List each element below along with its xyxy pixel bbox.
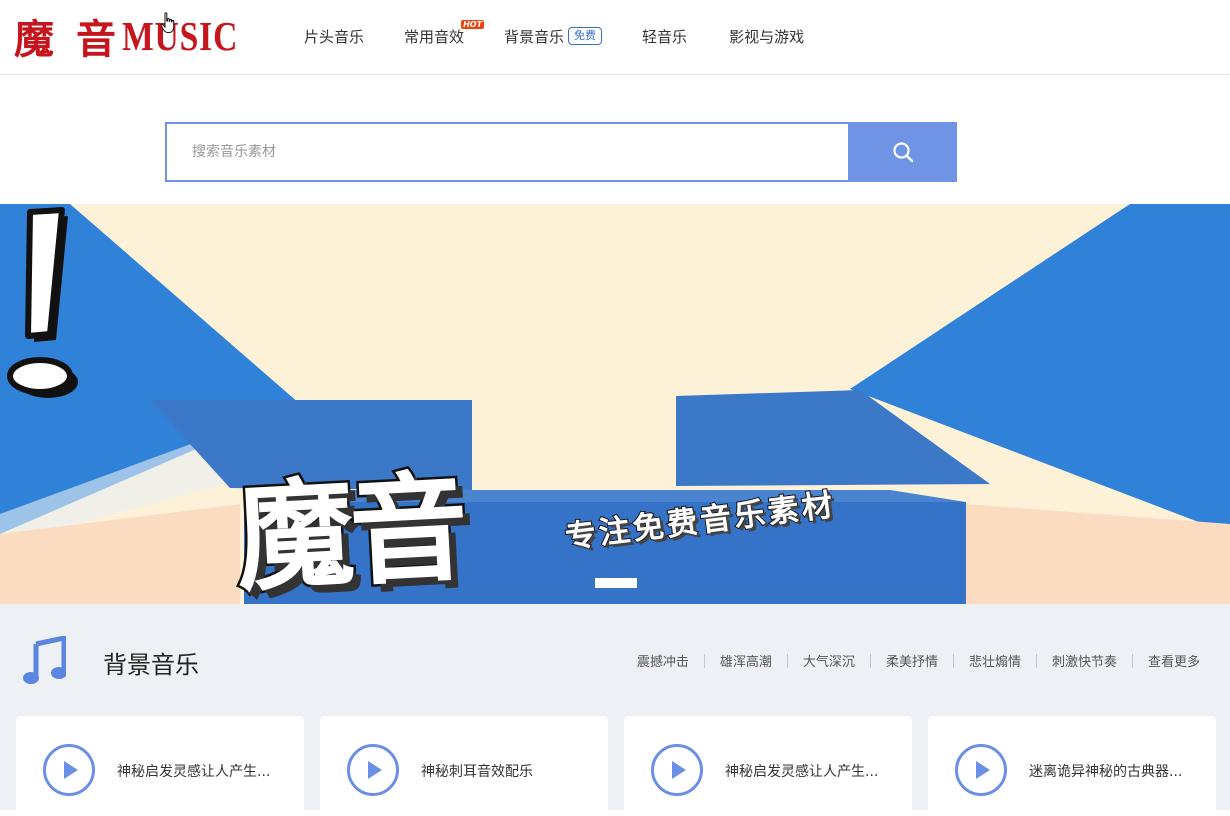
hand-cursor-icon [160,12,175,33]
section-title: 背景音乐 [103,651,199,679]
nav-label: 背景音乐 [504,27,565,46]
site-logo[interactable]: 魔 音 MUSIC [14,10,264,62]
top-header: 魔 音 MUSIC 片头音乐 常用音效 HOT 背景音乐 免费 轻音乐 影视与游戏 [0,0,1230,75]
search-icon [892,142,913,163]
hot-badge: HOT [461,19,485,29]
divider [703,653,705,668]
search-button[interactable] [848,122,957,182]
card-title[interactable]: 神秘刺耳音效配乐 [421,761,533,781]
tag-link[interactable]: 雄浑高潮 [720,651,772,670]
music-note-icon [23,636,66,684]
search-input[interactable] [165,122,848,182]
nav-item-intro-music[interactable]: 片头音乐 [304,26,364,47]
card-title[interactable]: 迷离诡异神秘的古典器... [1029,761,1182,781]
tag-link[interactable]: 震撼冲击 [637,651,689,670]
main-nav: 片头音乐 常用音效 HOT 背景音乐 免费 轻音乐 影视与游戏 [304,19,804,48]
category-tags: 震撼冲击 雄浑高潮 大气深沉 柔美抒情 悲壮煽情 刺激快节奏 查看更多 [637,651,1200,670]
hero-banner[interactable]: 魔音 专注免费音乐素材 [0,204,1230,604]
play-icon [368,761,382,779]
logo-chinese: 魔 音 [14,17,122,62]
music-card[interactable]: 神秘启发灵感让人产生... [16,716,304,816]
play-icon [672,761,686,779]
card-title[interactable]: 神秘启发灵感让人产生... [117,761,270,781]
music-card[interactable]: 神秘启发灵感让人产生... [624,716,912,816]
play-icon [64,761,78,779]
nav-label: 轻音乐 [642,27,688,46]
view-more-link[interactable]: 查看更多 [1148,651,1200,670]
play-button[interactable] [651,744,703,796]
divider [952,653,954,668]
exclamation-mark-icon [7,207,78,398]
music-card[interactable]: 迷离诡异神秘的古典器... [928,716,1216,816]
play-button[interactable] [955,744,1007,796]
play-button[interactable] [43,744,95,796]
card-title[interactable]: 神秘启发灵感让人产生... [725,761,878,781]
tag-link[interactable]: 柔美抒情 [886,651,938,670]
nav-item-background-music[interactable]: 背景音乐 免费 [504,26,603,47]
nav-label: 影视与游戏 [729,27,805,46]
free-badge: 免费 [568,27,603,45]
tag-link[interactable]: 刺激快节奏 [1052,651,1117,670]
logo-english: MUSIC [122,13,239,59]
divider [1035,653,1037,668]
search-bar [165,122,957,182]
carousel-indicator[interactable] [595,578,637,588]
tag-link[interactable]: 悲壮煽情 [969,651,1021,670]
nav-item-light-music[interactable]: 轻音乐 [642,26,687,47]
play-icon [976,761,990,779]
divider [869,653,871,668]
play-button[interactable] [347,744,399,796]
nav-item-film-games[interactable]: 影视与游戏 [729,26,804,47]
divider [786,653,788,668]
music-card[interactable]: 神秘刺耳音效配乐 [320,716,608,816]
banner-title: 魔音 [230,455,470,604]
divider [1131,653,1133,668]
nav-label: 片头音乐 [304,27,365,46]
nav-label: 常用音效 [404,27,465,46]
tag-link[interactable]: 大气深沉 [803,651,855,670]
nav-item-sound-effects[interactable]: 常用音效 HOT [404,19,485,47]
